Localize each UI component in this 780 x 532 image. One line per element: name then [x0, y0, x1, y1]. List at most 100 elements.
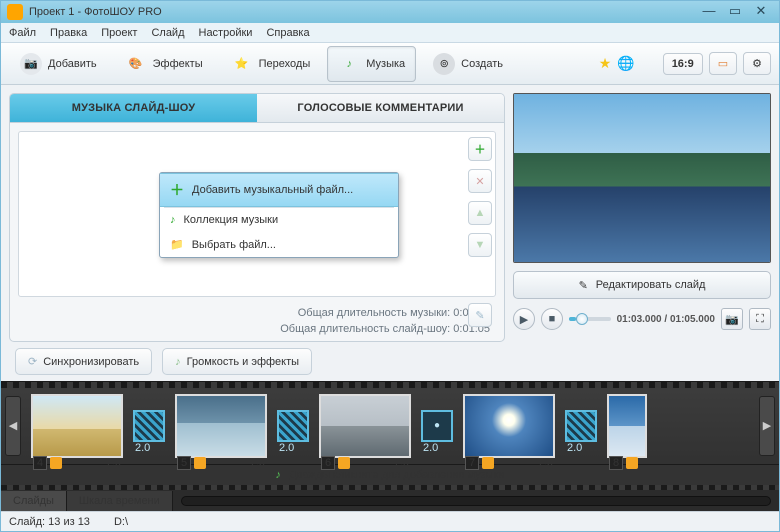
menu-slide[interactable]: Слайд — [151, 27, 184, 39]
timeline: ◀ 47.0 2.0 57.0 2.0 67.0 ●2.0 77.0 2.0 8… — [1, 381, 779, 511]
popup-choose-file[interactable]: 📁 Выбрать файл... — [160, 232, 398, 257]
edit-icon[interactable] — [626, 457, 638, 469]
seek-knob[interactable] — [576, 313, 588, 325]
play-icon: ▶ — [520, 313, 528, 326]
transition-thumb[interactable]: 2.0 — [565, 410, 597, 442]
tab-voice-comments[interactable]: ГОЛОСОВЫЕ КОММЕНТАРИИ — [257, 94, 504, 122]
transition-thumb[interactable]: ●2.0 — [421, 410, 453, 442]
camera-icon: 📷 — [725, 313, 739, 326]
slide-number: 8 — [609, 456, 623, 470]
menu-help[interactable]: Справка — [266, 27, 309, 39]
menu-settings[interactable]: Настройки — [199, 27, 253, 39]
fullscreen-button[interactable]: ⛶ — [749, 308, 771, 330]
tab-music-label: МУЗЫКА СЛАЙД-ШОУ — [72, 102, 196, 114]
move-down-button[interactable]: ▼ — [468, 233, 492, 257]
toolbar-add-button[interactable]: 📷 Добавить — [9, 46, 108, 82]
show-duration-label: Общая длительность слайд-шоу: 0:01:05 — [10, 321, 504, 341]
menu-bar: Файл Правка Проект Слайд Настройки Справ… — [1, 23, 779, 43]
edit-icon[interactable] — [482, 457, 494, 469]
slide-strip[interactable]: ◀ 47.0 2.0 57.0 2.0 67.0 ●2.0 77.0 2.0 8… — [1, 388, 779, 464]
settings-gear-button[interactable]: ⚙ — [743, 52, 771, 75]
arrow-up-icon: ▲ — [475, 207, 486, 219]
timeline-slide[interactable]: 77.0 — [463, 394, 555, 458]
menu-project[interactable]: Проект — [101, 27, 137, 39]
sunset-icon: ▭ — [718, 57, 728, 70]
minimize-button[interactable]: — — [697, 5, 721, 19]
status-path: D:\ — [114, 516, 128, 528]
popup-music-collection[interactable]: ♪ Коллекция музыки — [160, 208, 398, 232]
globe-icon[interactable]: 🌐 — [617, 55, 634, 72]
slide-duration: 7.0 — [538, 457, 553, 469]
viewtab-scale-label: Шкала времени — [79, 495, 160, 507]
slide-number: 7 — [465, 456, 479, 470]
time-display: 01:03.000 / 01:05.000 — [617, 314, 715, 325]
popup-add-file-label: Добавить музыкальный файл... — [192, 184, 353, 196]
add-track-button[interactable]: ＋ — [468, 137, 492, 161]
preview-panel: ✎ Редактировать слайд ▶ ■ 01:03.000 / 01… — [513, 93, 771, 377]
stop-button[interactable]: ■ — [541, 308, 563, 330]
eyedropper-button[interactable]: ✎ — [468, 303, 492, 327]
music-panel: МУЗЫКА СЛАЙД-ШОУ ГОЛОСОВЫЕ КОММЕНТАРИИ ＋… — [9, 93, 505, 377]
menu-edit[interactable]: Правка — [50, 27, 87, 39]
toolbar-transitions-label: Переходы — [259, 58, 311, 70]
preview-viewport[interactable] — [513, 93, 771, 263]
timeline-slide[interactable]: 47.0 — [31, 394, 123, 458]
timeline-slide[interactable]: 67.0 — [319, 394, 411, 458]
favorite-star-icon[interactable]: ★ — [599, 55, 612, 72]
remove-track-button[interactable]: ✕ — [468, 169, 492, 193]
menu-file[interactable]: Файл — [9, 27, 36, 39]
stop-icon: ■ — [549, 313, 556, 325]
tab-voice-label: ГОЛОСОВЫЕ КОММЕНТАРИИ — [297, 102, 463, 114]
play-button[interactable]: ▶ — [513, 308, 535, 330]
toolbar-music-button[interactable]: ♪ Музыка — [327, 46, 416, 82]
seek-slider[interactable] — [569, 317, 611, 321]
popup-add-music-file[interactable]: ＋ Добавить музыкальный файл... — [160, 173, 398, 207]
slide-duration: 7.0 — [106, 457, 121, 469]
window-title: Проект 1 - ФотоШОУ PRO — [29, 6, 162, 18]
slide-duration: 7.0 — [250, 457, 265, 469]
snapshot-button[interactable]: 📷 — [721, 308, 743, 330]
edit-slide-button[interactable]: ✎ Редактировать слайд — [513, 271, 771, 299]
timeline-slide[interactable]: 57.0 — [175, 394, 267, 458]
music-hint-label: Дважды кликните для добавления музыки — [289, 469, 505, 481]
toolbar-create-button[interactable]: ⊚ Создать — [422, 46, 514, 82]
transition-duration: 2.0 — [279, 442, 294, 454]
edit-icon[interactable] — [194, 457, 206, 469]
popup-collection-label: Коллекция музыки — [184, 214, 279, 226]
player-controls: ▶ ■ 01:03.000 / 01:05.000 📷 ⛶ — [513, 305, 771, 333]
camera-icon: 📷 — [20, 53, 42, 75]
viewtab-slides-label: Слайды — [13, 495, 54, 507]
music-note-icon: ♪ — [275, 469, 281, 481]
maximize-button[interactable]: ▭ — [723, 5, 747, 19]
strip-next-button[interactable]: ▶ — [759, 396, 775, 456]
sync-button[interactable]: ⟳Синхронизировать — [15, 348, 152, 375]
viewtab-slides[interactable]: Слайды — [1, 491, 67, 511]
eyedropper-icon: ✎ — [475, 309, 484, 322]
toolbar-music-label: Музыка — [366, 58, 405, 70]
disc-icon: ⊚ — [433, 53, 455, 75]
aspect-ratio-button[interactable]: 16:9 — [663, 53, 703, 75]
transition-thumb[interactable]: 2.0 — [277, 410, 309, 442]
close-button[interactable]: ✕ — [749, 5, 773, 19]
timeline-slide[interactable]: 8 — [607, 394, 647, 458]
volume-effects-button[interactable]: ♪Громкость и эффекты — [162, 348, 312, 375]
toolbar-effects-button[interactable]: 🎨 Эффекты — [114, 46, 214, 82]
viewtab-scale[interactable]: Шкала времени — [67, 491, 173, 511]
add-music-popup: ＋ Добавить музыкальный файл... ♪ Коллекц… — [159, 172, 399, 258]
fullscreen-icon: ⛶ — [756, 313, 764, 326]
music-track-list[interactable]: ＋ Добавить музыкальный файл... ♪ Коллекц… — [18, 131, 496, 297]
tab-slideshow-music[interactable]: МУЗЫКА СЛАЙД-ШОУ — [10, 94, 257, 122]
timeline-view-tabs: Слайды Шкала времени — [1, 490, 779, 511]
edit-icon[interactable] — [338, 457, 350, 469]
slide-duration: 7.0 — [394, 457, 409, 469]
toolbar-transitions-button[interactable]: ⭐ Переходы — [220, 46, 322, 82]
app-icon — [7, 4, 23, 20]
move-up-button[interactable]: ▲ — [468, 201, 492, 225]
strip-prev-button[interactable]: ◀ — [5, 396, 21, 456]
timeline-scrollbar[interactable] — [181, 496, 771, 506]
transition-thumb[interactable]: 2.0 — [133, 410, 165, 442]
toolbar-add-label: Добавить — [48, 58, 97, 70]
transition-duration: 2.0 — [423, 442, 438, 454]
display-mode-button[interactable]: ▭ — [709, 52, 737, 75]
edit-icon[interactable] — [50, 457, 62, 469]
